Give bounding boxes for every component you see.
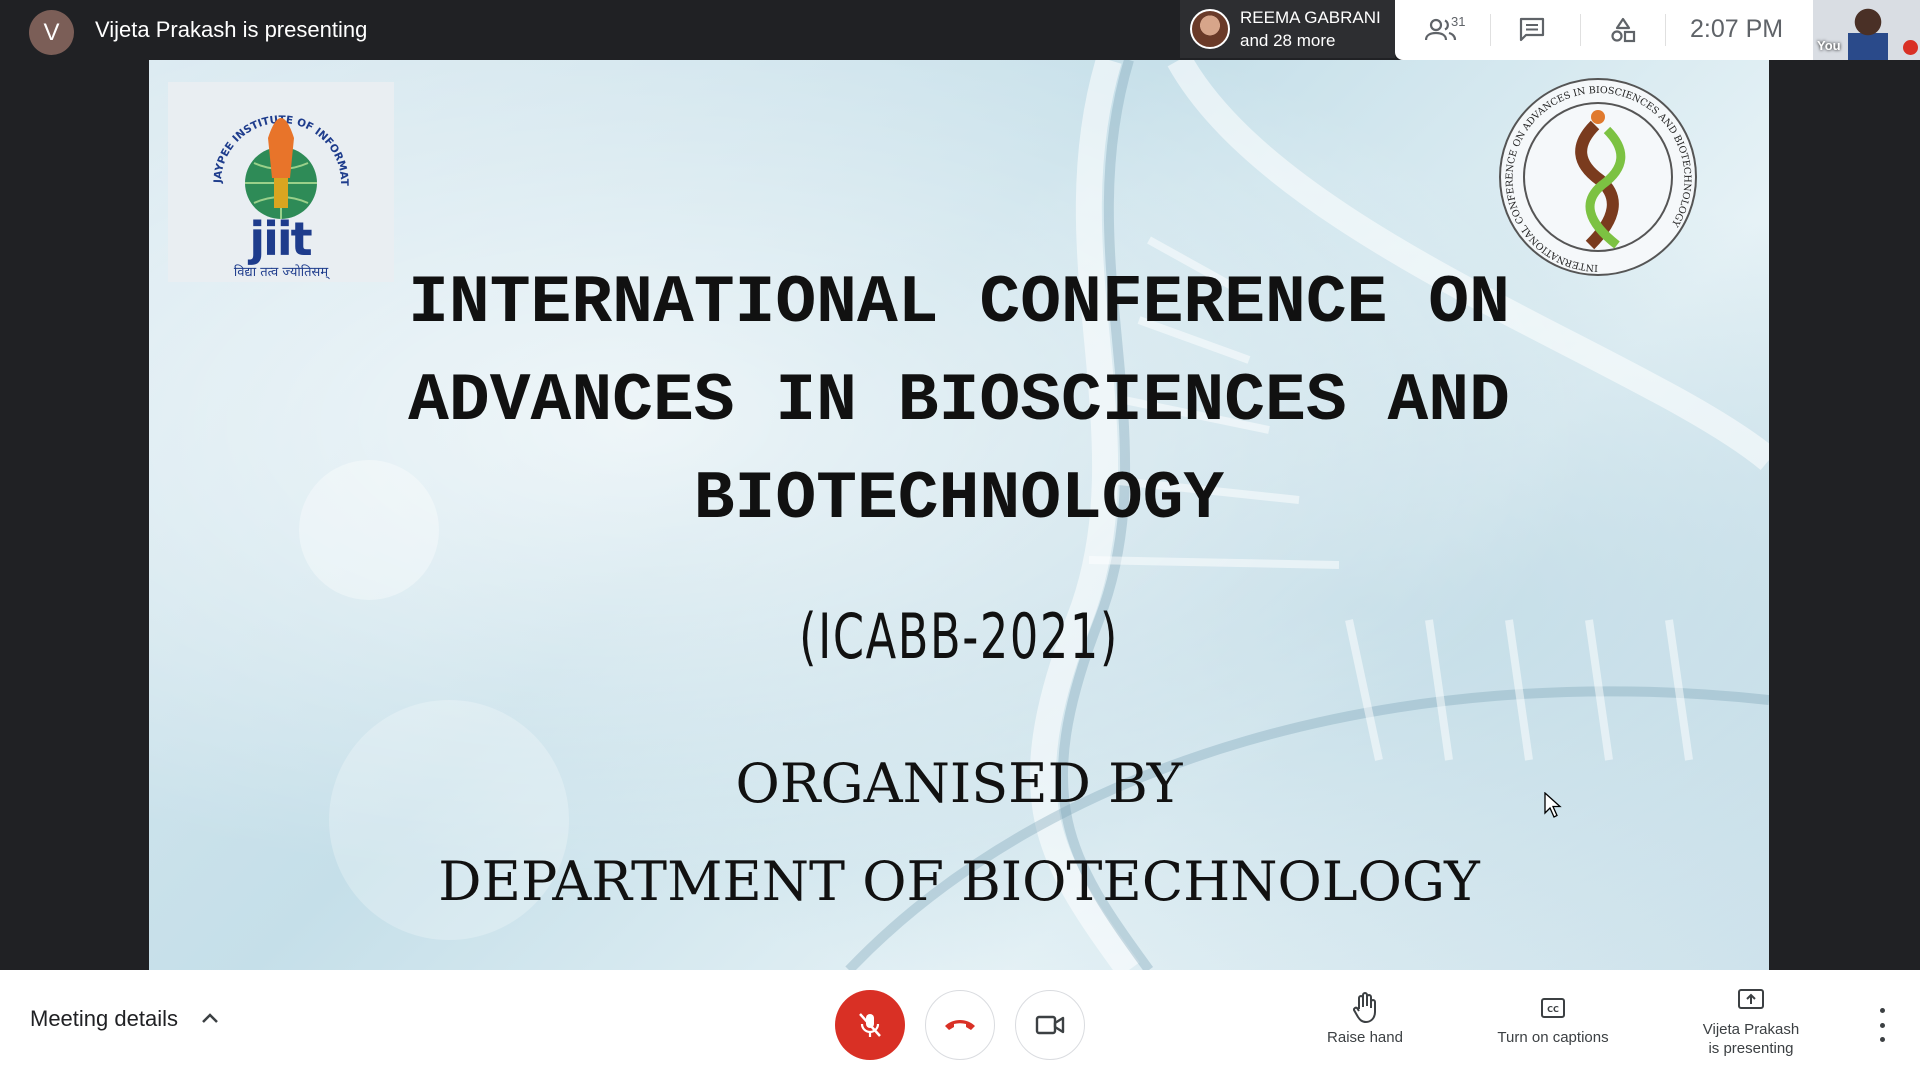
participants-count: 31 <box>1451 14 1466 29</box>
hand-icon <box>1353 992 1376 1024</box>
meeting-details-button[interactable]: Meeting details <box>30 1006 178 1032</box>
camera-icon <box>1035 1015 1065 1035</box>
clock: 2:07 PM <box>1690 15 1784 43</box>
department-name: DEPARTMENT OF BIOTECHNOLOGY <box>438 850 1480 913</box>
call-end-icon <box>945 1020 975 1030</box>
chevron-up-icon[interactable] <box>200 1010 220 1026</box>
organised-by: ORGANISED BY <box>735 752 1183 815</box>
divider <box>1490 14 1491 46</box>
title-line-1: INTERNATIONAL CONFERENCE ON <box>408 265 1510 342</box>
camera-toggle-button[interactable] <box>1015 990 1085 1060</box>
top-bar: V Vijeta Prakash is presenting REEMA GAB… <box>0 0 1920 60</box>
activities-button[interactable] <box>1603 12 1643 48</box>
captions-button[interactable]: CC Turn on captions <box>1477 992 1629 1047</box>
participant-avatar <box>1190 9 1230 49</box>
present-now-button[interactable]: Vijeta Prakash is presenting <box>1690 984 1812 1058</box>
svg-text:CC: CC <box>1547 1005 1559 1014</box>
participant-more: and 28 more <box>1240 31 1336 50</box>
raise-hand-label: Raise hand <box>1327 1029 1403 1046</box>
present-icon <box>1738 989 1764 1009</box>
mic-toggle-button[interactable] <box>835 990 905 1060</box>
more-vert-icon[interactable] <box>1870 1008 1894 1042</box>
presentation-slide: JAYPEE INSTITUTE OF INFORMATION TECHNOLO… <box>149 60 1769 970</box>
present-label-line1: Vijeta Prakash <box>1702 1021 1800 1038</box>
presenting-status: Vijeta Prakash is presenting <box>95 17 368 42</box>
title-line-3: BIOTECHNOLOGY <box>693 461 1225 538</box>
present-label-line2: is presenting <box>1708 1040 1794 1057</box>
divider <box>1665 14 1666 46</box>
chat-icon <box>1519 17 1545 42</box>
self-video <box>1848 8 1888 60</box>
participant-name: REEMA GABRANI <box>1240 8 1381 27</box>
raise-hand-button[interactable]: Raise hand <box>1315 992 1415 1047</box>
activities-icon <box>1611 17 1636 43</box>
captions-icon: CC <box>1541 998 1565 1018</box>
active-speaker-chip[interactable]: REEMA GABRANI and 28 more <box>1180 0 1395 58</box>
mic-muted-indicator <box>1903 40 1918 55</box>
icabb-seal-logo: INTERNATIONAL CONFERENCE ON ADVANCES IN … <box>1499 78 1697 276</box>
mic-off-icon <box>859 1013 881 1037</box>
title-line-2: ADVANCES IN BIOSCIENCES AND <box>408 363 1510 440</box>
jiit-wordmark: jiit <box>249 212 312 266</box>
divider <box>1580 14 1581 46</box>
presenter-avatar: V <box>29 10 74 55</box>
self-label: You <box>1817 38 1841 53</box>
chat-button[interactable] <box>1512 12 1552 48</box>
cursor-icon <box>1544 792 1562 818</box>
self-video-tile[interactable]: You <box>1813 0 1920 60</box>
captions-label: Turn on captions <box>1497 1029 1609 1046</box>
jiit-logo: JAYPEE INSTITUTE OF INFORMATION TECHNOLO… <box>168 82 394 282</box>
leave-call-button[interactable] <box>925 990 995 1060</box>
bottom-bar: Meeting details Raise hand CC Turn on ca… <box>0 970 1920 1080</box>
conference-abbreviation: (ICABB-2021) <box>799 600 1119 673</box>
